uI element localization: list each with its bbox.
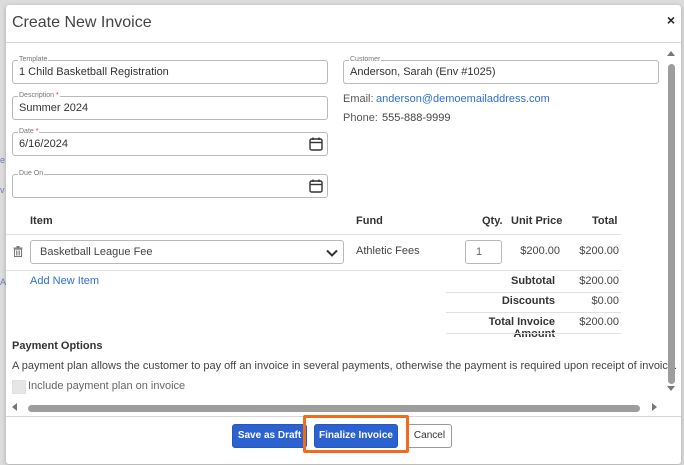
- header-divider: [6, 234, 621, 235]
- customer-field[interactable]: Customer Anderson, Sarah (Env #1025): [343, 56, 659, 84]
- item-select-value: Basketball League Fee: [40, 246, 153, 258]
- template-field[interactable]: Template 1 Child Basketball Registration: [12, 56, 328, 84]
- row-divider: [6, 270, 621, 271]
- modal-header: Create New Invoice ×: [6, 5, 681, 43]
- quantity-value: 1: [476, 246, 483, 258]
- template-label: Template: [18, 56, 49, 64]
- scroll-down-arrow-icon[interactable]: [667, 386, 675, 391]
- col-header-item: Item: [30, 215, 53, 227]
- total-label: Total Invoice Amount: [488, 316, 555, 340]
- email-label: Email:: [343, 93, 374, 105]
- background-text: v: [0, 185, 5, 195]
- item-unit-price: $200.00: [520, 245, 560, 257]
- col-header-total: Total: [592, 215, 618, 227]
- date-label: Date *: [18, 128, 40, 136]
- payment-options-description: A payment plan allows the customer to pa…: [12, 360, 678, 372]
- description-value: Summer 2024: [19, 102, 89, 114]
- item-fund: Athletic Fees: [356, 245, 420, 257]
- quantity-input[interactable]: 1: [465, 240, 502, 264]
- phone-label: Phone:: [343, 112, 378, 124]
- vertical-scrollbar[interactable]: [665, 49, 677, 399]
- total-value: $200.00: [579, 316, 619, 328]
- scroll-left-arrow-icon[interactable]: [12, 403, 17, 411]
- summary-divider: [446, 312, 621, 313]
- customer-label: Customer: [349, 56, 382, 64]
- template-value: 1 Child Basketball Registration: [19, 66, 169, 78]
- subtotal-value: $200.00: [579, 275, 619, 287]
- scroll-right-arrow-icon[interactable]: [652, 403, 657, 411]
- item-select[interactable]: Basketball League Fee: [30, 240, 344, 264]
- vertical-scroll-thumb[interactable]: [668, 64, 675, 384]
- item-total: $200.00: [579, 245, 619, 257]
- customer-value: Anderson, Sarah (Env #1025): [350, 66, 496, 78]
- scroll-up-arrow-icon[interactable]: [667, 51, 675, 56]
- background-text: e: [0, 155, 6, 165]
- payment-plan-label: Include payment plan on invoice: [28, 380, 186, 392]
- subtotal-label: Subtotal: [511, 275, 555, 287]
- discounts-value: $0.00: [591, 295, 619, 307]
- save-as-draft-button[interactable]: Save as Draft: [232, 424, 307, 448]
- due-on-field[interactable]: Due On: [12, 170, 328, 198]
- summary-divider: [446, 292, 621, 293]
- due-on-label: Due On: [18, 170, 45, 178]
- calendar-icon[interactable]: [308, 136, 324, 152]
- summary-divider: [446, 333, 621, 334]
- col-header-fund: Fund: [356, 215, 383, 227]
- cancel-button[interactable]: Cancel: [407, 424, 452, 448]
- finalize-highlight-box: [303, 415, 409, 453]
- invoice-modal: Create New Invoice × Template 1 Child Ba…: [6, 5, 681, 464]
- col-header-qty: Qty.: [482, 215, 503, 227]
- payment-plan-checkbox[interactable]: [12, 380, 26, 394]
- description-field[interactable]: Description * Summer 2024: [12, 92, 328, 120]
- modal-title: Create New Invoice: [12, 14, 152, 31]
- horizontal-scrollbar[interactable]: [10, 402, 660, 414]
- chevron-down-icon: [326, 249, 338, 257]
- description-label: Description *: [18, 92, 60, 100]
- date-field[interactable]: Date * 6/16/2024: [12, 128, 328, 156]
- calendar-icon[interactable]: [308, 178, 324, 194]
- email-link[interactable]: anderson@demoemailaddress.com: [376, 93, 550, 105]
- close-icon[interactable]: ×: [667, 12, 675, 28]
- discounts-label: Discounts: [501, 295, 555, 307]
- col-header-unit-price: Unit Price: [511, 215, 563, 227]
- trash-icon[interactable]: [13, 246, 23, 257]
- payment-options-title: Payment Options: [12, 340, 103, 352]
- horizontal-scroll-thumb[interactable]: [28, 405, 640, 412]
- phone-value: 555-888-9999: [382, 112, 451, 124]
- date-value: 6/16/2024: [19, 138, 68, 150]
- add-new-item-link[interactable]: Add New Item: [30, 275, 99, 287]
